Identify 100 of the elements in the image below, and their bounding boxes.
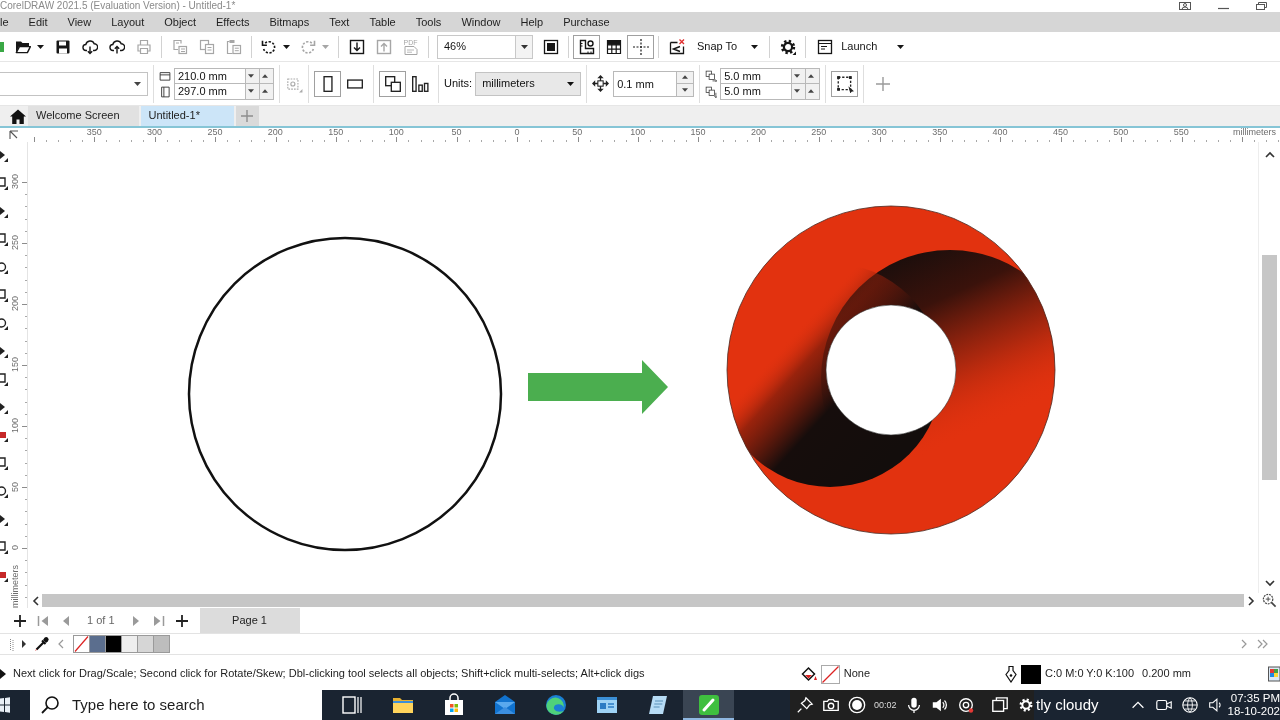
caret-down-icon xyxy=(248,89,254,93)
tool-icon[interactable] xyxy=(0,176,8,190)
tool-icon[interactable] xyxy=(0,232,8,246)
caret-down-icon xyxy=(682,87,689,92)
scrollbar-thumb[interactable] xyxy=(42,594,1244,607)
volume-button[interactable] xyxy=(930,696,949,714)
ruler-label: 300 xyxy=(871,128,887,137)
menu-item[interactable]: Tools xyxy=(405,12,452,32)
search-icon xyxy=(40,695,60,715)
ruler-label: 100 xyxy=(11,418,20,434)
tool-icon[interactable] xyxy=(0,288,8,302)
tool-icon[interactable] xyxy=(0,456,8,470)
increase-button[interactable] xyxy=(677,70,695,84)
duplicate-x-field[interactable]: 5.0 mm xyxy=(720,67,793,84)
ruler-label: 350 xyxy=(86,128,102,137)
no-fill-swatch-icon[interactable] xyxy=(73,635,90,653)
menu-item[interactable]: Help xyxy=(510,12,554,32)
decrease-button[interactable] xyxy=(246,67,260,84)
menu-item[interactable]: Effects xyxy=(206,12,260,32)
ruler-label: 50 xyxy=(572,128,583,137)
caret-icon xyxy=(897,44,905,49)
plus-icon xyxy=(13,614,26,627)
menu-item[interactable]: Window xyxy=(451,12,511,32)
overlay-button[interactable] xyxy=(990,696,1009,714)
capture-button[interactable] xyxy=(956,696,975,714)
menu-item[interactable]: le xyxy=(0,12,19,32)
screenshot-button[interactable] xyxy=(822,696,840,714)
page-tab[interactable]: Page 1 xyxy=(199,608,300,633)
marquee-toggle[interactable] xyxy=(831,70,859,97)
rulers-toggle[interactable] xyxy=(573,34,600,59)
zoom-dropdown[interactable]: 46% xyxy=(437,34,533,59)
tool-icon[interactable] xyxy=(0,372,8,386)
menu-item[interactable]: Table xyxy=(359,12,406,32)
menu-item[interactable]: Object xyxy=(154,12,206,32)
search-input[interactable]: Type here to search xyxy=(72,696,302,714)
tool-icon[interactable] xyxy=(0,260,8,274)
record-button[interactable] xyxy=(848,696,866,714)
caret-up-icon xyxy=(262,73,268,78)
grip-icon xyxy=(10,637,14,651)
all-pages-button[interactable] xyxy=(379,70,406,97)
overlapping-squares-icon xyxy=(990,696,1009,714)
document-tab[interactable]: Untitled-1* xyxy=(140,106,234,126)
color-grid-icon[interactable] xyxy=(1268,665,1280,683)
copy-icon xyxy=(198,38,215,55)
units-dropdown[interactable]: millimeters xyxy=(475,71,582,96)
page-width-field[interactable]: 210.0 mm xyxy=(174,67,246,84)
ruler-label: 150 xyxy=(11,357,20,373)
clipboard-icon xyxy=(225,38,242,55)
swatch-icon[interactable] xyxy=(153,635,170,653)
taskbar-app[interactable] xyxy=(683,690,734,720)
portrait-button[interactable] xyxy=(314,70,341,97)
menu-item[interactable]: Text xyxy=(319,12,360,32)
nudge-field[interactable]: 0.1 mm xyxy=(613,70,678,97)
tool-icon[interactable] xyxy=(0,512,8,526)
new-document-icon[interactable] xyxy=(0,40,4,53)
menu-item[interactable]: Purchase xyxy=(553,12,620,32)
clock-date[interactable]: 18-10-202 xyxy=(1227,705,1280,718)
ruler-origin-icon xyxy=(9,130,19,140)
ruler-label: 100 xyxy=(388,128,404,137)
document-tab[interactable]: Welcome Screen xyxy=(28,106,139,126)
export-icon xyxy=(375,38,392,55)
launch-dropdown[interactable]: Launch xyxy=(810,34,912,59)
guidelines-toggle[interactable] xyxy=(627,34,654,59)
ruler-label: 200 xyxy=(267,128,283,137)
scrollbar-thumb[interactable] xyxy=(1262,255,1277,480)
tool-icon[interactable] xyxy=(0,204,8,218)
snap-to-dropdown[interactable]: Snap To xyxy=(690,34,766,59)
caret-up-icon xyxy=(808,89,815,93)
grid-icon xyxy=(605,38,622,55)
ruler-label: 250 xyxy=(207,128,223,137)
eyedropper-button[interactable] xyxy=(34,635,50,653)
tool-icon[interactable] xyxy=(0,316,8,330)
increase-button[interactable] xyxy=(260,67,274,84)
menu-item[interactable]: Edit xyxy=(18,12,58,32)
menu-item[interactable]: Bitmaps xyxy=(259,12,320,32)
page-height-icon xyxy=(159,85,171,98)
pin-button[interactable] xyxy=(796,696,814,714)
caret-up-icon xyxy=(808,73,815,78)
window-panes-icon[interactable] xyxy=(0,696,10,714)
caret-icon xyxy=(37,44,44,49)
caret-left-icon xyxy=(31,595,39,606)
tool-icon[interactable] xyxy=(0,148,8,162)
search-box[interactable]: Type here to search xyxy=(30,690,322,720)
menu-item[interactable]: Layout xyxy=(101,12,155,32)
menu-item[interactable]: View xyxy=(57,12,102,32)
home-button[interactable] xyxy=(10,108,26,124)
tool-icon[interactable] xyxy=(0,344,8,358)
decrease-button[interactable] xyxy=(792,67,807,84)
tool-icon[interactable] xyxy=(0,400,8,414)
clock-time[interactable]: 07:35 PM xyxy=(1230,692,1280,705)
ruler-label: 300 xyxy=(147,128,163,137)
tool-icon[interactable] xyxy=(0,540,8,554)
increase-button[interactable] xyxy=(806,67,821,84)
tool-icon[interactable] xyxy=(0,484,8,498)
ruler-label: 0 xyxy=(514,128,520,137)
duplicate-offset-icon xyxy=(705,85,718,98)
camera-icon xyxy=(822,696,840,714)
network-button[interactable] xyxy=(1180,696,1199,714)
window-title: CorelDRAW 2021.5 (Evaluation Version) - Untitled-1* xyxy=(0,0,236,12)
guidelines-icon xyxy=(632,38,649,55)
